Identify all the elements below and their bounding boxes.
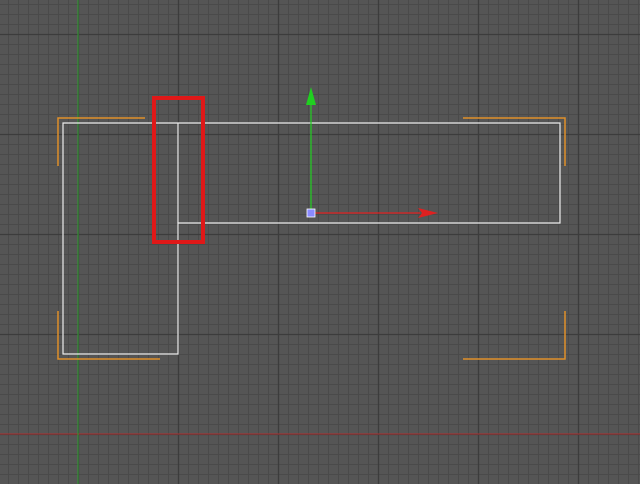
gizmo-pivot[interactable] <box>306 208 316 218</box>
viewport-background <box>0 0 640 484</box>
viewport[interactable] <box>0 0 640 484</box>
viewport-canvas[interactable] <box>0 0 640 484</box>
